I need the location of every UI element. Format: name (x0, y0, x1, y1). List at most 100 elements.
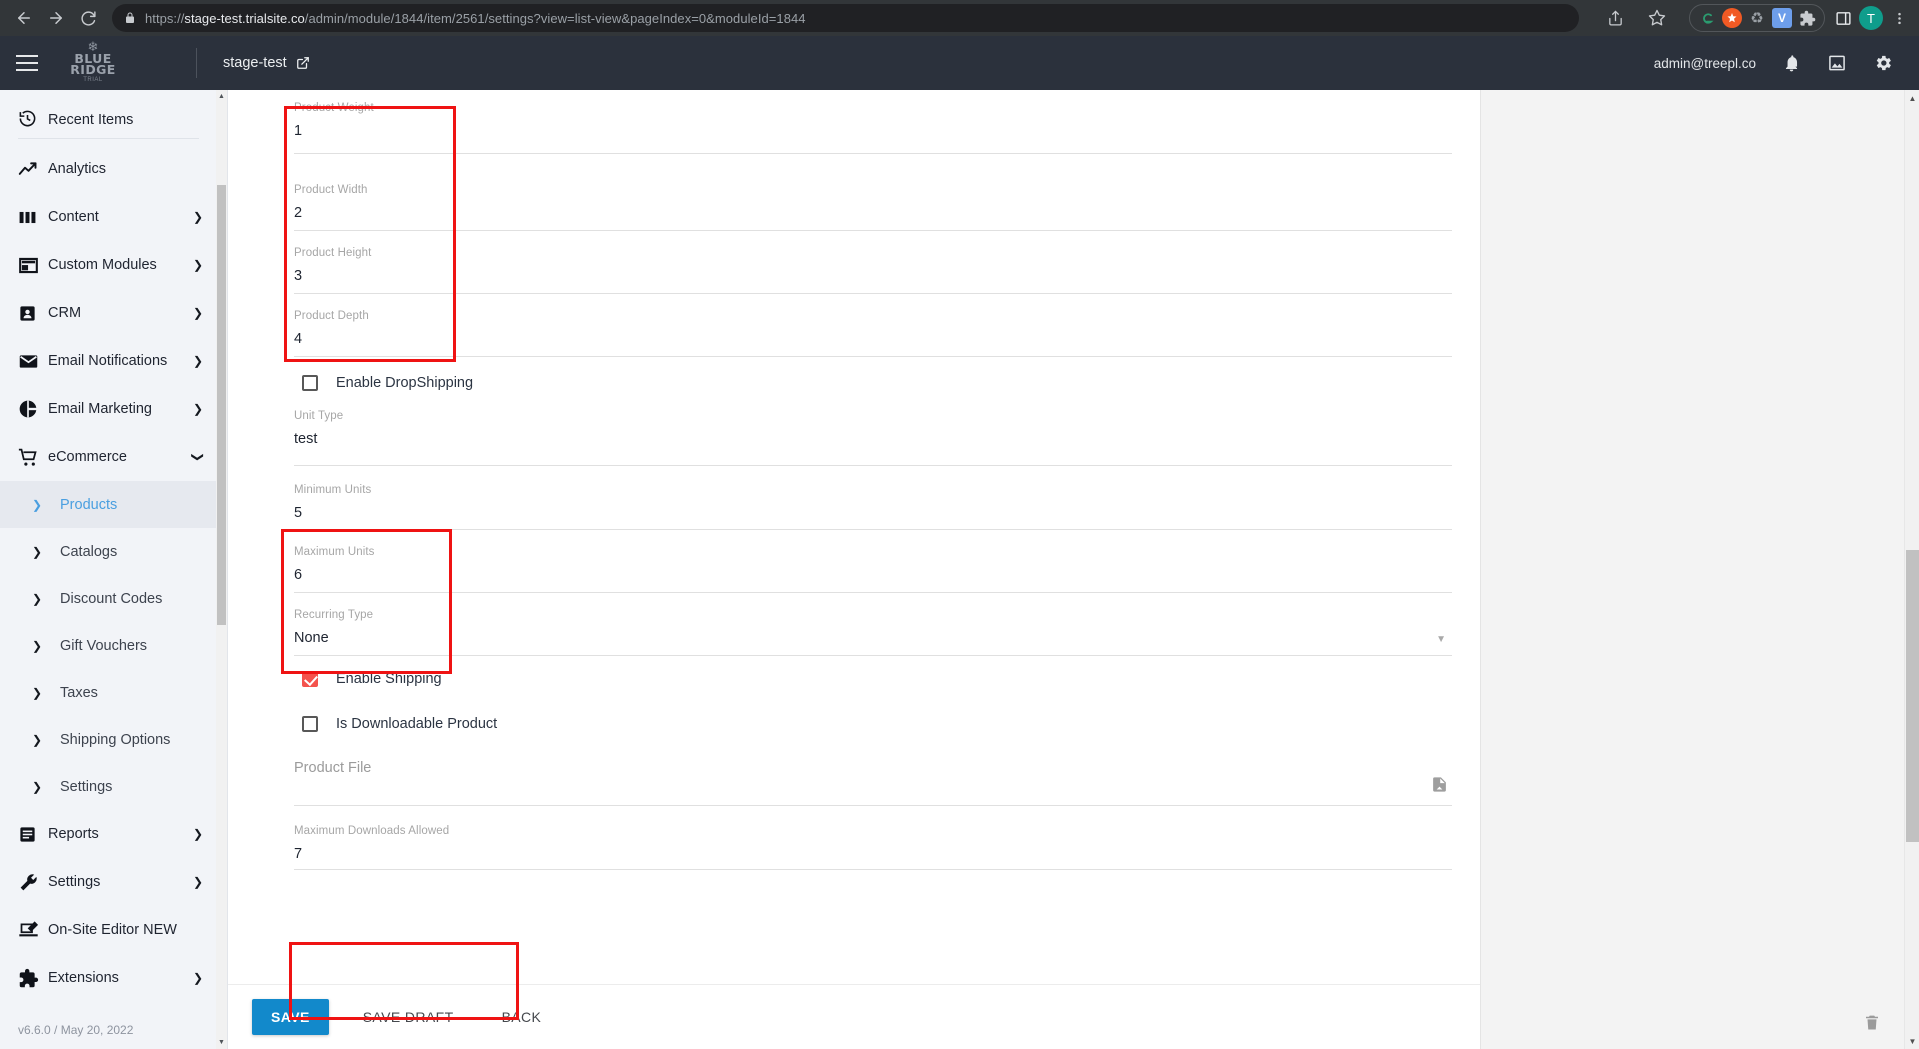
back-arrow-icon[interactable] (10, 4, 38, 32)
sidebar-item-products[interactable]: ❯ Products (0, 481, 217, 528)
sidebar-item-email-marketing[interactable]: Email Marketing ❯ (0, 385, 217, 433)
sidebar-item-taxes[interactable]: ❯ Taxes (0, 669, 217, 716)
image-icon[interactable] (1827, 53, 1847, 73)
field-unit-type[interactable]: Unit Type test (294, 409, 1452, 466)
url-text: https://stage-test.trialsite.co/admin/mo… (145, 10, 806, 26)
main-content: Product Weight 1 Product Width 2 Product… (228, 90, 1919, 1049)
analytics-trend-icon (18, 159, 48, 180)
checkbox-icon[interactable] (302, 375, 318, 391)
sidebar-item-label: Custom Modules (48, 257, 157, 273)
field-maximum-downloads-allowed[interactable]: Maximum Downloads Allowed 7 (294, 806, 1452, 870)
sidebar-item-content[interactable]: Content ❯ (0, 193, 217, 241)
sidebar-item-gift-vouchers[interactable]: ❯ Gift Vouchers (0, 622, 217, 669)
field-value[interactable]: 5 (294, 498, 1452, 526)
star-icon[interactable] (1643, 4, 1671, 32)
chevron-right-icon: ❯ (192, 306, 203, 320)
chevron-right-icon: ❯ (32, 638, 43, 653)
save-draft-button[interactable]: SAVE DRAFT (347, 999, 470, 1035)
sidebar-scrollbar[interactable]: ▲ ▼ (216, 90, 227, 1049)
sidebar-item-custom-modules[interactable]: Custom Modules ❯ (0, 241, 217, 289)
sidebar: Recent Items Analytics Content ❯ Custom … (0, 90, 228, 1049)
chevron-right-icon: ❯ (192, 354, 203, 368)
field-product-width[interactable]: Product Width 2 (294, 154, 1452, 231)
recycle-extension-icon[interactable]: ♻ (1747, 8, 1767, 28)
share-icon[interactable] (1601, 4, 1629, 32)
file-upload-icon[interactable] (1431, 776, 1448, 798)
field-value[interactable]: 3 (294, 261, 1452, 289)
field-value[interactable]: 7 (294, 839, 1452, 867)
field-product-depth[interactable]: Product Depth 4 (294, 294, 1452, 357)
site-name-link[interactable]: stage-test (223, 55, 310, 71)
puzzle-extensions-icon[interactable] (1797, 8, 1817, 28)
sidebar-item-shipping-options[interactable]: ❯ Shipping Options (0, 716, 217, 763)
field-value[interactable]: test (294, 424, 1452, 452)
field-recurring-type[interactable]: Recurring Type None ▼ (294, 593, 1452, 656)
field-value[interactable]: 4 (294, 324, 1452, 352)
page-scroll-thumb[interactable] (1906, 550, 1919, 842)
page-scroll-up-arrow[interactable]: ▲ (1905, 90, 1919, 106)
sidebar-item-ecommerce-settings[interactable]: ❯ Settings (0, 763, 217, 810)
form-action-bar: SAVE SAVE DRAFT BACK (228, 984, 1480, 1049)
orange-extension-icon[interactable] (1722, 8, 1742, 28)
checkbox-label: Enable Shipping (336, 671, 442, 687)
side-panel-icon[interactable] (1833, 8, 1853, 28)
back-button[interactable]: BACK (486, 999, 558, 1035)
bell-icon[interactable] (1782, 54, 1801, 73)
recent-clock-icon (18, 109, 48, 128)
sidebar-item-settings[interactable]: Settings ❯ (0, 858, 217, 906)
checkbox-enable-shipping[interactable]: Enable Shipping (294, 656, 1452, 702)
field-product-file[interactable]: Product File (294, 746, 1452, 806)
external-link-icon[interactable] (296, 56, 310, 70)
chevron-right-icon: ❯ (192, 210, 203, 224)
sidebar-subitem-label: Gift Vouchers (60, 637, 148, 654)
vidiq-extension-icon[interactable]: V (1772, 8, 1792, 28)
hamburger-menu-icon[interactable] (0, 62, 54, 64)
checkbox-enable-dropshipping[interactable]: Enable DropShipping (294, 357, 1452, 409)
sidebar-item-extensions[interactable]: Extensions ❯ (0, 954, 217, 1002)
sidebar-scroll-up-arrow[interactable]: ▲ (216, 90, 227, 103)
trash-icon[interactable] (1863, 1011, 1887, 1033)
sidebar-item-catalogs[interactable]: ❯ Catalogs (0, 528, 217, 575)
sidebar-item-reports[interactable]: Reports ❯ (0, 810, 217, 858)
sidebar-item-on-site-editor[interactable]: On-Site Editor NEW (0, 906, 217, 954)
gear-icon[interactable] (1873, 53, 1893, 73)
sidebar-scroll-thumb[interactable] (217, 185, 226, 625)
checkbox-is-downloadable-product[interactable]: Is Downloadable Product (294, 702, 1452, 746)
sidebar-item-analytics[interactable]: Analytics (0, 145, 217, 193)
kebab-menu-icon[interactable] (1889, 11, 1909, 26)
chevron-right-icon: ❯ (192, 258, 203, 272)
page-scrollbar[interactable]: ▲ ▼ (1904, 90, 1919, 1049)
chevron-down-icon[interactable]: ▼ (1436, 634, 1446, 645)
sidebar-item-recent-items[interactable]: Recent Items (0, 90, 217, 130)
sidebar-item-ecommerce[interactable]: eCommerce ❯ (0, 433, 217, 481)
page-scroll-down-arrow[interactable]: ▼ (1905, 1033, 1919, 1049)
field-minimum-units[interactable]: Minimum Units 5 (294, 466, 1452, 530)
wrench-icon (18, 872, 48, 893)
chevron-down-icon: ❯ (190, 451, 205, 463)
brand-logo[interactable]: ❄ BLUE RIDGE TRIAL (50, 40, 136, 86)
field-product-weight[interactable]: Product Weight 1 (294, 90, 1452, 154)
evernote-extension-icon[interactable] (1697, 8, 1717, 28)
reload-icon[interactable] (74, 4, 102, 32)
field-value[interactable]: 1 (294, 116, 1452, 144)
sidebar-subitem-label: Catalogs (60, 543, 118, 560)
checkbox-icon[interactable] (302, 716, 318, 732)
field-maximum-units[interactable]: Maximum Units 6 (294, 530, 1452, 593)
forward-arrow-icon[interactable] (42, 4, 70, 32)
address-bar[interactable]: https://stage-test.trialsite.co/admin/mo… (112, 4, 1579, 32)
field-label: Maximum Units (294, 546, 375, 558)
checkbox-icon[interactable] (302, 671, 318, 687)
field-value[interactable]: None (294, 623, 1452, 651)
user-email[interactable]: admin@treepl.co (1654, 56, 1756, 71)
field-value[interactable]: 6 (294, 560, 1452, 588)
profile-avatar[interactable]: T (1859, 6, 1883, 30)
sidebar-item-discount-codes[interactable]: ❯ Discount Codes (0, 575, 217, 622)
sidebar-scroll-down-arrow[interactable]: ▼ (216, 1036, 227, 1049)
sidebar-item-label: Recent Items (48, 112, 134, 128)
save-button[interactable]: SAVE (252, 999, 329, 1035)
sidebar-item-email-notifications[interactable]: Email Notifications ❯ (0, 337, 217, 385)
field-product-height[interactable]: Product Height 3 (294, 231, 1452, 294)
chevron-right-icon: ❯ (32, 544, 43, 559)
field-value[interactable]: 2 (294, 198, 1452, 226)
sidebar-item-crm[interactable]: CRM ❯ (0, 289, 217, 337)
